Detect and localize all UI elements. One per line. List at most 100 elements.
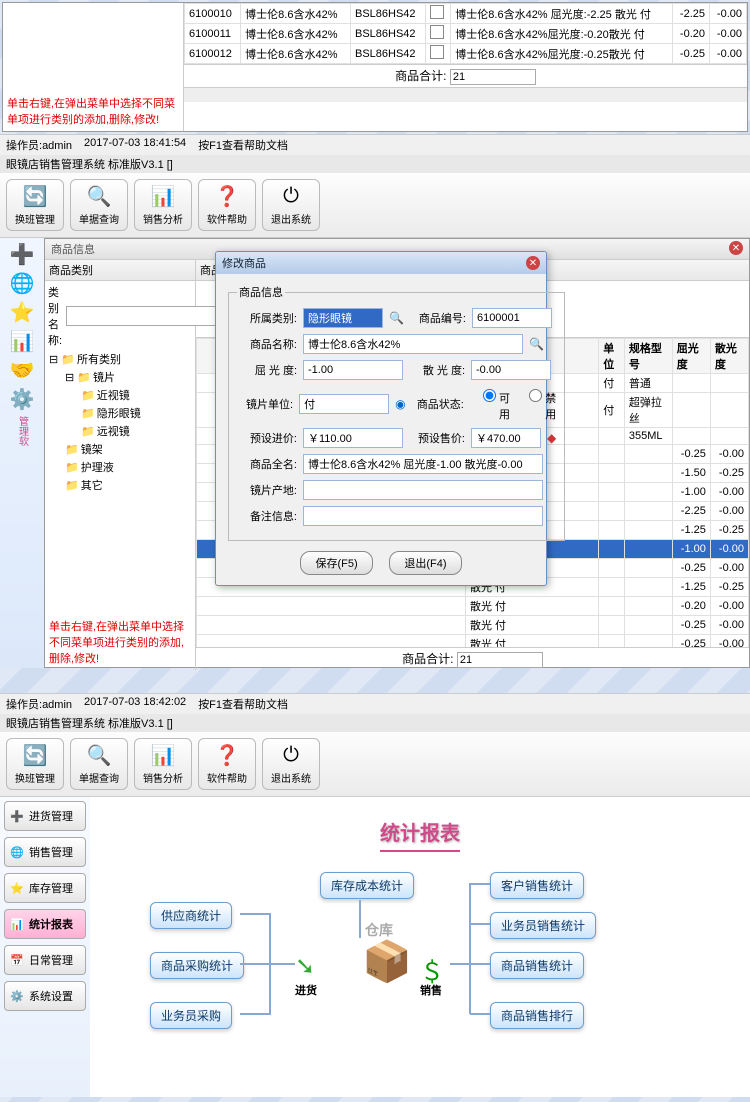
help-button[interactable]: ❓软件帮助 [198, 179, 256, 231]
warehouse-label: 仓库 [365, 920, 393, 940]
edit-product-dialog: 修改商品 ✕ 商品信息 所属类别: 🔍 商品编号: 商品名称: 🔍 [215, 251, 547, 586]
exit-icon: ⏻ [279, 744, 303, 768]
table-row[interactable]: 散光 付-0.20-0.00 [197, 597, 749, 616]
state-off-radio[interactable] [529, 389, 542, 402]
cyl-field[interactable] [471, 360, 551, 380]
save-button[interactable]: 保存(F5) [300, 551, 372, 575]
query-button-2[interactable]: 🔍单据查询 [70, 738, 128, 790]
shift-button[interactable]: 🔄换班管理 [6, 179, 64, 231]
name-field[interactable] [303, 334, 523, 354]
table-row[interactable]: 6100010博士伦8.6含水42%BSL86HS42博士伦8.6含水42% 屈… [185, 4, 747, 24]
unit-field[interactable] [299, 394, 389, 414]
table-row[interactable]: 散光 付-0.25-0.00 [197, 616, 749, 635]
category-field[interactable] [303, 308, 383, 328]
status-bar-1: 操作员:admin 2017-07-03 18:41:54 按F1查看帮助文档 [0, 134, 750, 155]
close-icon[interactable]: ✕ [729, 241, 743, 255]
in-label: 进货 [295, 982, 317, 998]
exit-dialog-button[interactable]: 退出(F4) [389, 551, 461, 575]
price-field[interactable] [471, 428, 541, 448]
in-arrow-icon: ➘ [295, 952, 315, 981]
lookup-icon[interactable]: 🔍 [389, 311, 404, 325]
star-icon: ⭐ [9, 880, 25, 896]
globe-icon: 🌐 [9, 844, 25, 860]
mini-gear-icon[interactable]: ⚙️ [10, 387, 35, 412]
out-label: 销售 [420, 982, 442, 998]
node-rank[interactable]: 商品销售排行 [490, 1002, 584, 1029]
query-button[interactable]: 🔍单据查询 [70, 179, 128, 231]
origin-field[interactable] [303, 480, 543, 500]
lookup-name-icon[interactable]: 🔍 [529, 337, 544, 351]
table-row[interactable]: 散光 付-0.25-0.00 [197, 635, 749, 648]
sidebar-item-stock[interactable]: ➕进货管理 [4, 801, 86, 831]
shift-button-2[interactable]: 🔄换班管理 [6, 738, 64, 790]
status-bar-2: 操作员:admin 2017-07-03 18:42:02 按F1查看帮助文档 [0, 693, 750, 714]
dialog-close-icon[interactable]: ✕ [526, 256, 540, 270]
hint-text-2: 单击右键,在弹出菜单中选择不同菜单项进行类别的添加,删除,修改! [45, 614, 195, 670]
analysis-button-2[interactable]: 📊销售分析 [134, 738, 192, 790]
exit-icon: ⏻ [279, 185, 303, 209]
node-rep-sales[interactable]: 业务员销售统计 [490, 912, 596, 939]
total-field [450, 69, 536, 85]
sph-field[interactable] [303, 360, 403, 380]
upper-window: 单击右键,在弹出菜单中选择不同菜单项进行类别的添加,删除,修改! 6100010… [2, 2, 748, 132]
sidebar-item-inventory[interactable]: ⭐库存管理 [4, 873, 86, 903]
price-action-icon[interactable]: ◆ [547, 431, 556, 445]
main-toolbar: 🔄换班管理 🔍单据查询 📊销售分析 ❓软件帮助 ⏻退出系统 [0, 173, 750, 238]
mini-bars-icon[interactable]: 📊 [10, 329, 35, 354]
unit-lookup-icon[interactable]: ◉ [395, 397, 405, 411]
report-canvas: 统计报表 供应商统计 商品采购统计 业务员采购 库存成本统计 仓库 📦 ➘ 进货… [90, 797, 750, 1097]
mini-chart-icon[interactable]: 🌐 [10, 271, 35, 296]
document-tab-2: 眼镜店销售管理系统 标准版V3.1 [] [0, 714, 750, 732]
category-pane: 商品类别 类别名称: ⊟ 📁 所有类别 ⊟ 📁 镜片 📁 近视镜 📁 隐形眼镜 [45, 260, 196, 670]
mini-hand-icon[interactable]: 🤝 [10, 358, 35, 383]
fullname-field[interactable] [303, 454, 543, 474]
gear-icon: ⚙️ [9, 988, 25, 1004]
exit-button-2[interactable]: ⏻退出系统 [262, 738, 320, 790]
sidebar-item-system[interactable]: ⚙️系统设置 [4, 981, 86, 1011]
node-salesperson[interactable]: 业务员采购 [150, 1002, 232, 1029]
cat-name-label: 类别名称: [48, 284, 62, 348]
cost-field[interactable] [303, 428, 403, 448]
upper-left-pane: 单击右键,在弹出菜单中选择不同菜单项进行类别的添加,删除,修改! [3, 3, 184, 131]
table-row[interactable]: 6100011博士伦8.6含水42%BSL86HS42博士伦8.6含水42%屈光… [185, 24, 747, 44]
hint-text: 单击右键,在弹出菜单中选择不同菜单项进行类别的添加,删除,修改! [3, 91, 183, 131]
plus-icon: ➕ [9, 808, 25, 824]
flow-title: 统计报表 [110, 817, 730, 846]
node-purchase[interactable]: 商品采购统计 [150, 952, 244, 979]
total-field-2 [457, 652, 543, 668]
mini-star-icon[interactable]: ⭐ [10, 300, 35, 325]
hscroll[interactable] [184, 87, 747, 102]
category-header: 商品类别 [45, 260, 195, 281]
node-cost-stock[interactable]: 库存成本统计 [320, 872, 414, 899]
box-icon: 📦 [362, 938, 412, 985]
code-field[interactable] [472, 308, 552, 328]
sidebar-item-sales[interactable]: 🌐销售管理 [4, 837, 86, 867]
help-button-2[interactable]: ❓软件帮助 [198, 738, 256, 790]
sidebar-item-daily[interactable]: 📅日常管理 [4, 945, 86, 975]
node-supplier[interactable]: 供应商统计 [150, 902, 232, 929]
analysis-button[interactable]: 📊销售分析 [134, 179, 192, 231]
chart-icon: 📊 [151, 744, 175, 768]
mini-add-icon[interactable]: ➕ [10, 242, 35, 267]
bars-icon: 📊 [9, 916, 25, 932]
help-icon: ❓ [215, 744, 239, 768]
sidebar-item-report[interactable]: 📊统计报表 [4, 909, 86, 939]
document-tab-1: 眼镜店销售管理系统 标准版V3.1 [] [0, 155, 750, 173]
remark-field[interactable] [303, 506, 543, 526]
group-legend: 商品信息 [237, 284, 285, 300]
second-window-container: 🔄换班管理 🔍单据查询 📊销售分析 ❓软件帮助 ⏻退出系统 ➕ 🌐 ⭐ 📊 🤝 … [0, 173, 750, 693]
category-tree[interactable]: ⊟ 📁 所有类别 ⊟ 📁 镜片 📁 近视镜 📁 隐形眼镜 📁 远视镜 📁 镜架 … [45, 351, 195, 495]
state-on-radio[interactable] [483, 389, 496, 402]
node-prod-sales[interactable]: 商品销售统计 [490, 952, 584, 979]
table-row[interactable]: 6100012博士伦8.6含水42%BSL86HS42博士伦8.6含水42%屈光… [185, 44, 747, 64]
shift-icon: 🔄 [23, 185, 47, 209]
calendar-icon: 📅 [9, 952, 25, 968]
node-cust-sales[interactable]: 客户销售统计 [490, 872, 584, 899]
help-icon: ❓ [215, 185, 239, 209]
third-window: 🔄换班管理 🔍单据查询 📊销售分析 ❓软件帮助 ⏻退出系统 ➕进货管理 🌐销售管… [0, 732, 750, 1102]
search-icon: 🔍 [87, 744, 111, 768]
exit-button[interactable]: ⏻退出系统 [262, 179, 320, 231]
upper-table: 6100010博士伦8.6含水42%BSL86HS42博士伦8.6含水42% 屈… [184, 3, 747, 64]
shift-icon: 🔄 [23, 744, 47, 768]
upper-list: 6100010博士伦8.6含水42%BSL86HS42博士伦8.6含水42% 屈… [184, 3, 747, 131]
